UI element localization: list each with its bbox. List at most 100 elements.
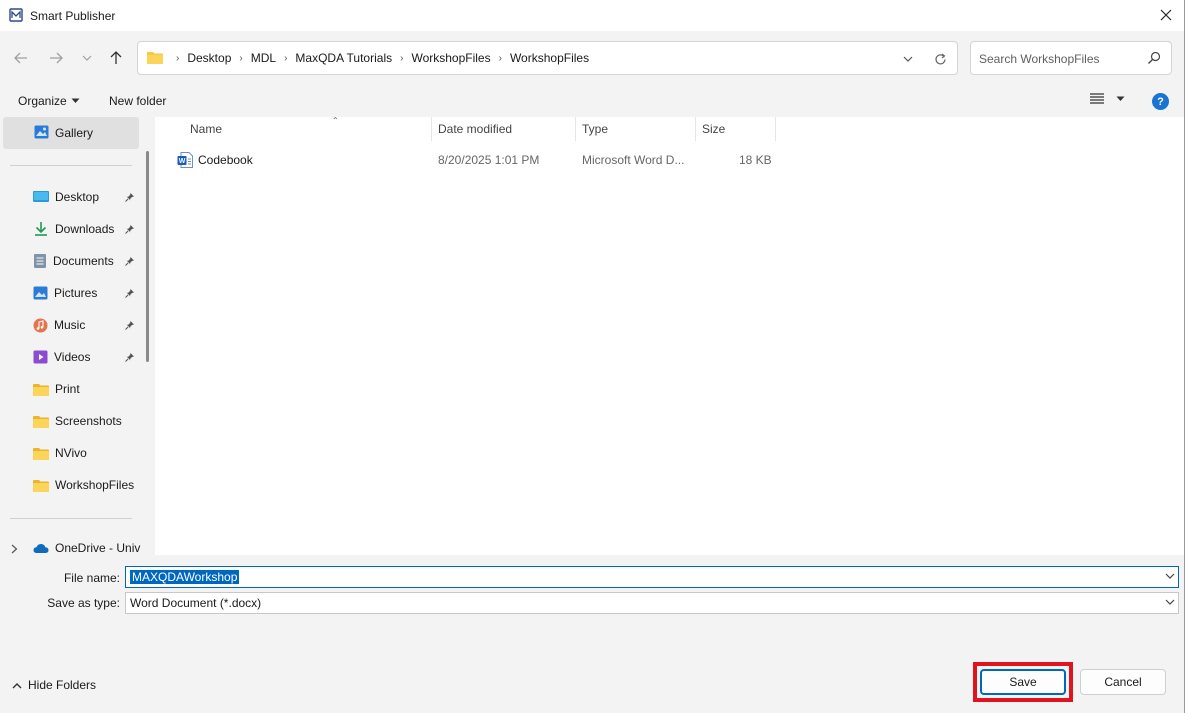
sidebar-item-label: Print [55,382,80,396]
sidebar-scrollbar[interactable] [146,151,149,362]
sidebar-item-onedrive[interactable]: OneDrive - Univ [33,538,153,555]
help-button[interactable]: ? [1152,93,1169,110]
save-as-type-label: Save as type: [47,596,120,610]
music-icon [33,318,48,332]
breadcrumb-workshopfiles-current[interactable]: WorkshopFiles [510,51,589,65]
file-date-modified: 8/20/2025 1:01 PM [438,153,540,167]
pin-icon[interactable] [125,320,135,330]
up-button[interactable] [104,47,128,69]
save-as-type-value: Word Document (*.docx) [130,596,262,610]
videos-icon [33,350,48,364]
command-bar: Organize New folder ? [0,85,1185,117]
chevron-right-icon[interactable] [11,544,18,554]
sidebar-item-label: OneDrive - Univ [55,541,141,555]
refresh-button[interactable] [931,50,949,68]
chevron-down-icon[interactable] [1165,597,1175,607]
pin-icon[interactable] [125,352,135,362]
sidebar-item-print[interactable]: Print [33,379,139,399]
file-name-input[interactable]: MAXQDAWorkshop [130,570,240,584]
title-bar: Smart Publisher [0,0,1185,31]
recent-locations-button[interactable] [75,47,99,69]
back-button[interactable] [9,47,33,69]
chevron-down-icon [82,55,92,61]
arrow-up-icon [110,51,122,64]
pin-icon[interactable] [125,256,135,266]
hide-folders-label: Hide Folders [28,678,97,692]
chevron-down-icon[interactable] [1165,571,1175,581]
refresh-icon [934,53,946,64]
sidebar-item-gallery[interactable]: Gallery [3,117,139,149]
sidebar-item-documents[interactable]: Documents [33,251,139,271]
caret-down-icon [1116,96,1125,101]
folder-icon [33,479,49,492]
arrow-left-icon [14,52,27,64]
organize-button[interactable]: Organize [18,94,80,108]
sidebar-item-videos[interactable]: Videos [33,347,139,367]
arrow-right-icon [50,52,63,64]
column-header-size[interactable]: Size [696,117,776,141]
file-type: Microsoft Word D... [582,153,685,167]
breadcrumb-desktop[interactable]: Desktop [187,51,231,65]
sidebar-item-label: NVivo [55,446,87,460]
chevron-right-icon[interactable]: › [400,53,403,64]
column-header-label: Size [702,122,726,136]
file-size: 18 KB [739,153,772,167]
sidebar-item-downloads[interactable]: Downloads [33,219,139,239]
sidebar-item-screenshots[interactable]: Screenshots [33,411,139,431]
save-as-type-select[interactable]: Word Document (*.docx) [125,592,1179,614]
divider [10,165,132,166]
caret-down-icon [71,98,80,103]
sidebar-item-label: Screenshots [55,414,122,428]
breadcrumb-mdl[interactable]: MDL [251,51,276,65]
chevron-right-icon[interactable]: › [499,53,502,64]
folder-icon [33,415,49,428]
list-view-icon [1090,93,1104,104]
sidebar-item-pictures[interactable]: Pictures [33,283,139,303]
column-header-name[interactable]: Name ⌃ [184,116,432,141]
file-name-field[interactable]: MAXQDAWorkshop [125,566,1179,588]
pictures-icon [33,286,48,300]
pin-icon[interactable] [125,192,135,202]
close-button[interactable] [1155,4,1177,26]
column-header-type[interactable]: Type [576,117,696,141]
file-row[interactable]: W Codebook 8/20/2025 1:01 PM Microsoft W… [175,149,775,171]
sidebar-item-label: WorkshopFiles [55,478,135,492]
search-icon [1148,51,1161,64]
sort-ascending-icon: ⌃ [332,116,339,125]
new-folder-button[interactable]: New folder [109,94,166,108]
view-options-button[interactable] [1090,93,1125,104]
divider [10,518,132,519]
cancel-button-label: Cancel [1104,675,1142,689]
sidebar-item-workshopfiles[interactable]: WorkshopFiles [33,475,139,495]
sidebar-item-desktop[interactable]: Desktop [33,187,139,207]
search-input[interactable]: Search WorkshopFiles [979,52,1100,66]
forward-button[interactable] [44,47,68,69]
chevron-down-icon [903,56,913,62]
close-icon [1160,9,1172,21]
column-header-date-modified[interactable]: Date modified [432,117,576,141]
column-header-label: Name [190,122,223,136]
address-bar[interactable]: › Desktop › MDL › MaxQDA Tutorials › Wor… [137,41,958,75]
folder-icon [147,52,163,64]
pin-icon[interactable] [125,224,135,234]
navigation-pane: Gallery Desktop Downloads Documents Pict… [0,117,155,555]
sidebar-item-nvivo[interactable]: NVivo [33,443,139,463]
pin-icon[interactable] [125,288,135,298]
sidebar-item-music[interactable]: Music [33,315,139,335]
documents-icon [34,254,46,268]
folder-icon [33,447,49,460]
download-icon [35,222,47,236]
address-history-button[interactable] [899,50,917,68]
save-button-highlight [973,662,1073,702]
breadcrumb-workshopfiles[interactable]: WorkshopFiles [411,51,490,65]
search-box[interactable]: Search WorkshopFiles [970,41,1172,75]
gallery-icon [34,125,49,139]
organize-label: Organize [18,94,67,108]
file-list: Name ⌃ Date modified Type Size W Codeboo… [155,116,1185,555]
hide-folders-button[interactable]: Hide Folders [12,678,96,692]
chevron-right-icon[interactable]: › [239,53,242,64]
breadcrumb-maxqda-tutorials[interactable]: MaxQDA Tutorials [295,51,392,65]
save-options-panel: File name: MAXQDAWorkshop Save as type: … [0,555,1185,713]
chevron-right-icon[interactable]: › [284,53,287,64]
cancel-button[interactable]: Cancel [1080,669,1166,695]
